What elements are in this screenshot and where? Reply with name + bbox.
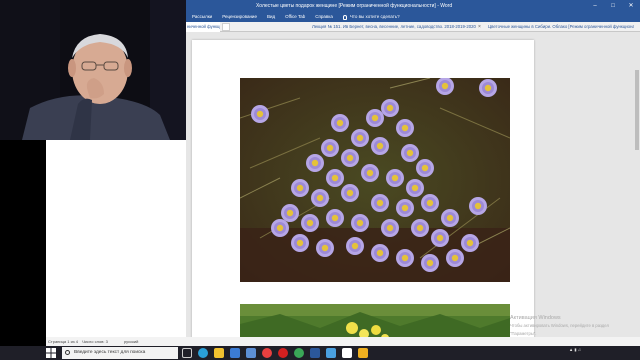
close-tab-icon[interactable]: ×	[478, 22, 481, 32]
opera-icon[interactable]	[278, 348, 288, 358]
screen: Холестые цветы подарок женщине [Режим ог…	[0, 0, 640, 360]
settings-icon[interactable]	[342, 348, 352, 358]
edge-icon[interactable]	[198, 348, 208, 358]
ribbon-tab-help[interactable]: Справка	[315, 12, 333, 22]
yandex-browser-icon[interactable]	[262, 348, 272, 358]
word-icon[interactable]	[310, 348, 320, 358]
watermark-title: Активация Windows	[510, 315, 561, 321]
new-tab-button[interactable]	[222, 23, 230, 31]
word-title-bar: Холестые цветы подарок женщине [Режим ог…	[186, 0, 640, 12]
clock[interactable]	[594, 346, 634, 360]
maximize-icon[interactable]: □	[604, 0, 622, 12]
word-count[interactable]: Число слов: 3	[82, 337, 108, 346]
left-blank-panel	[46, 140, 186, 346]
windows-activation-watermark: Активация Windows Чтобы активировать Win…	[510, 314, 609, 338]
tell-me-box[interactable]: Что вы хотите сделать?	[342, 12, 400, 22]
ribbon-tab-view[interactable]: Вид	[267, 12, 275, 22]
aster-image	[240, 78, 510, 282]
aster-flowers-photo[interactable]	[240, 78, 510, 282]
window-controls: – □ ✕	[586, 0, 640, 12]
left-black-strip	[0, 140, 46, 346]
language-indicator[interactable]: русский	[124, 337, 138, 346]
document-title: Холестые цветы подарок женщине [Режим ог…	[256, 3, 453, 9]
lightbulb-icon	[342, 14, 347, 20]
taskbar-search-box[interactable]: Введите здесь текст для поиска	[62, 347, 178, 359]
tab-lecture-151[interactable]: Лекция № 151. Ив Бернет, весна, весенние…	[312, 22, 476, 32]
presenter-image	[0, 0, 186, 140]
file-explorer-icon[interactable]	[214, 348, 224, 358]
ribbon-menu: Рассылки Рецензирование Вид Office Tab С…	[186, 12, 640, 22]
media-icon[interactable]	[358, 348, 368, 358]
ribbon-tab-review[interactable]: Рецензирование	[222, 12, 257, 22]
watermark-line-2: Чтобы активировать Windows, перейдите в …	[510, 323, 609, 328]
store-icon[interactable]	[230, 348, 240, 358]
document-tabs: ниченной функциональности] Лекция № 151.…	[186, 22, 640, 32]
vertical-scrollbar[interactable]	[634, 32, 640, 346]
windows-start-icon[interactable]	[46, 348, 56, 358]
windows-taskbar: Введите здесь текст для поиска ▲ ▮ ♫	[0, 346, 640, 360]
task-view-icon[interactable]	[182, 348, 192, 358]
search-placeholder: Введите здесь текст для поиска	[74, 350, 146, 355]
scrollbar-thumb[interactable]	[635, 70, 639, 150]
minimize-icon[interactable]: –	[586, 0, 604, 12]
page-count[interactable]: Страница 1 из 4	[48, 337, 78, 346]
system-tray[interactable]: ▲ ▮ ♫	[560, 346, 590, 360]
word-status-bar: Страница 1 из 4 Число слов: 3 русский	[46, 337, 640, 346]
search-icon	[65, 350, 70, 355]
tell-me-text: Что вы хотите сделать?	[349, 14, 400, 19]
tab-current-doc[interactable]: ниченной функциональности]	[186, 22, 220, 32]
chrome-icon[interactable]	[294, 348, 304, 358]
ribbon-tab-office-tab[interactable]: Office Tab	[285, 12, 305, 22]
tray-icons: ▲ ▮ ♫	[569, 347, 581, 352]
mail-icon[interactable]	[246, 348, 256, 358]
photos-icon[interactable]	[326, 348, 336, 358]
tab-siberia-flowers[interactable]: Цветочные женщины в Сибири. Облако [Режи…	[488, 22, 634, 32]
ribbon-tab-mailings[interactable]: Рассылки	[192, 12, 212, 22]
close-icon[interactable]: ✕	[622, 0, 640, 12]
webcam-video	[0, 0, 186, 140]
